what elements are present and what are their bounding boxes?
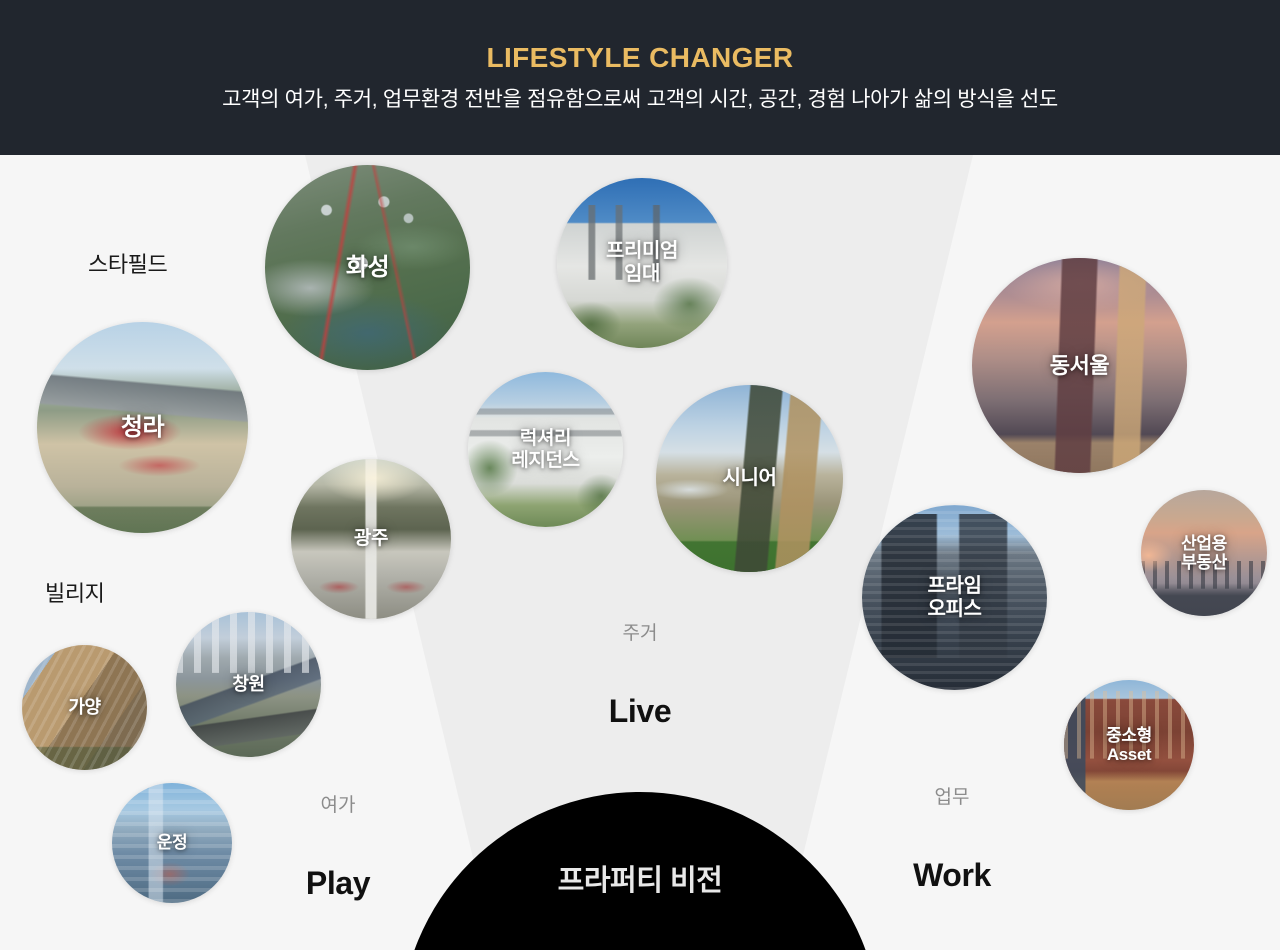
pillar-live: 주거 Live (560, 618, 720, 730)
node-changwon-label: 창원 (232, 674, 265, 695)
vision-dome-label: 프라퍼티 비전 (557, 865, 723, 897)
header-banner: LIFESTYLE CHANGER 고객의 여가, 주거, 업무환경 전반을 점… (0, 0, 1280, 155)
node-dongseoul[interactable]: 동서울 (972, 258, 1187, 473)
node-asset[interactable]: 중소형 Asset (1064, 680, 1194, 810)
node-premium-label: 프리미엄 임대 (606, 240, 678, 285)
node-gwangju[interactable]: 광주 (291, 459, 451, 619)
node-industrial[interactable]: 산업용 부동산 (1141, 490, 1267, 616)
node-senior-label: 시니어 (722, 467, 777, 490)
node-cheongna-label: 청라 (120, 413, 165, 441)
node-hwaseong[interactable]: 화성 (265, 165, 470, 370)
header-title: LIFESTYLE CHANGER (486, 41, 794, 73)
node-hwaseong-label: 화성 (345, 253, 390, 281)
group-caption-starfield: 스타필드 (88, 252, 168, 277)
node-premium[interactable]: 프리미엄 임대 (557, 178, 727, 348)
pillar-play: 여가 Play (258, 790, 418, 902)
pillar-work: 업무 Work (872, 782, 1032, 894)
node-luxury[interactable]: 럭셔리 레지던스 (468, 372, 623, 527)
pillar-live-main: Live (608, 693, 672, 729)
node-industrial-label: 산업용 부동산 (1181, 533, 1227, 572)
node-gayang[interactable]: 가양 (22, 645, 147, 770)
node-unjeong[interactable]: 운정 (112, 783, 232, 903)
pillar-live-sub: 주거 (622, 623, 658, 644)
pillar-work-sub: 업무 (934, 787, 970, 808)
node-prime[interactable]: 프라임 오피스 (862, 505, 1047, 690)
node-prime-label: 프라임 오피스 (927, 574, 982, 620)
group-caption-village: 빌리지 (45, 581, 105, 606)
node-changwon[interactable]: 창원 (176, 612, 321, 757)
pillar-play-sub: 여가 (320, 795, 356, 816)
node-senior[interactable]: 시니어 (656, 385, 843, 572)
pillar-work-main: Work (913, 857, 991, 893)
node-dongseoul-label: 동서울 (1049, 352, 1110, 378)
node-unjeong-label: 운정 (156, 833, 188, 853)
vision-diagram: LIFESTYLE CHANGER 고객의 여가, 주거, 업무환경 전반을 점… (0, 0, 1280, 950)
node-gwangju-label: 광주 (353, 528, 389, 550)
node-asset-label: 중소형 Asset (1106, 725, 1152, 764)
node-luxury-label: 럭셔리 레지던스 (511, 427, 580, 471)
pillar-play-main: Play (305, 865, 371, 901)
node-cheongna[interactable]: 청라 (37, 322, 248, 533)
node-gayang-label: 가양 (68, 697, 101, 718)
header-subtitle: 고객의 여가, 주거, 업무환경 전반을 점유함으로써 고객의 시간, 공간, … (222, 88, 1058, 112)
